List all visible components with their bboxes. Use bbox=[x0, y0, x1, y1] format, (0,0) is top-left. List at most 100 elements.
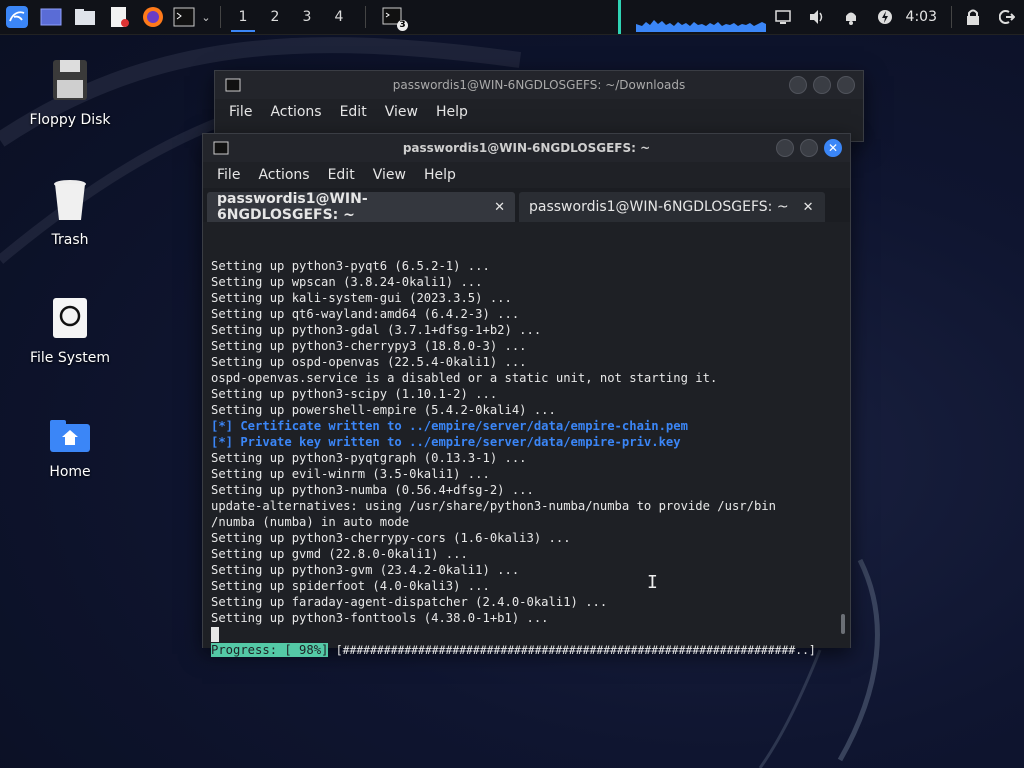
terminal-line: Setting up python3-pyqtgraph (0.13.3-1) … bbox=[211, 451, 527, 465]
screen-icon bbox=[774, 10, 791, 24]
desktop-icon-label: Home bbox=[49, 464, 91, 480]
lock-screen-button[interactable] bbox=[956, 0, 990, 34]
home-folder-icon bbox=[50, 420, 90, 452]
maximize-button[interactable] bbox=[813, 76, 831, 94]
display-settings-button[interactable] bbox=[766, 0, 800, 34]
panel-separator bbox=[951, 6, 952, 28]
terminal-line: Setting up kali-system-gui (2023.3.5) ..… bbox=[211, 291, 512, 305]
terminal-dropdown-chevron-down-icon[interactable]: ⌄ bbox=[198, 0, 214, 34]
menu-edit[interactable]: Edit bbox=[340, 104, 367, 120]
firefox-launcher[interactable] bbox=[136, 0, 170, 34]
bell-icon bbox=[845, 12, 856, 25]
desktop-icon-label: File System bbox=[29, 350, 111, 366]
menu-file[interactable]: File bbox=[217, 167, 240, 183]
close-button[interactable]: ✕ bbox=[824, 139, 842, 157]
tab-bar: passwordis1@WIN-6NGDLOSGEFS: ~ ✕ passwor… bbox=[203, 188, 850, 223]
terminal-window-home[interactable]: passwordis1@WIN-6NGDLOSGEFS: ~ ✕ File Ac… bbox=[202, 133, 851, 657]
terminal-line: Setting up gvmd (22.8.0-0kali1) ... bbox=[211, 547, 468, 561]
workspace-3[interactable]: 3 bbox=[291, 0, 323, 34]
panel-separator bbox=[365, 6, 366, 28]
window-titlebar[interactable]: passwordis1@WIN-6NGDLOSGEFS: ~/Downloads bbox=[215, 71, 863, 99]
desktop-icon-floppy-disk[interactable]: Floppy Disk bbox=[15, 58, 125, 128]
firefox-icon bbox=[143, 7, 163, 27]
terminal-line: [*] Private key written to ../empire/ser… bbox=[211, 435, 681, 449]
volume-button[interactable] bbox=[800, 0, 834, 34]
terminal-line: Setting up faraday-agent-dispatcher (2.4… bbox=[211, 595, 608, 609]
terminal-launcher[interactable] bbox=[170, 0, 198, 34]
terminal-line: Setting up python3-numba (0.56.4+dfsg-2)… bbox=[211, 483, 534, 497]
top-panel: ⌄ 1 2 3 4 3 4:03 bbox=[0, 0, 1024, 35]
panel-separator bbox=[220, 6, 221, 28]
window-titlebar[interactable]: passwordis1@WIN-6NGDLOSGEFS: ~ ✕ bbox=[203, 134, 850, 162]
lock-icon bbox=[967, 9, 979, 25]
terminal-line: Setting up python3-cherrypy-cors (1.6-0k… bbox=[211, 531, 571, 545]
menu-actions[interactable]: Actions bbox=[270, 104, 321, 120]
terminal-output[interactable]: Setting up python3-pyqt6 (6.5.2-1) ... Se… bbox=[203, 222, 850, 657]
tab-label: passwordis1@WIN-6NGDLOSGEFS: ~ bbox=[529, 199, 789, 215]
menu-actions[interactable]: Actions bbox=[258, 167, 309, 183]
terminal-line: /numba (numba) in auto mode bbox=[211, 515, 410, 529]
cpu-graph-marker bbox=[618, 0, 621, 34]
system-tray: 4:03 bbox=[766, 0, 1024, 34]
menu-edit[interactable]: Edit bbox=[328, 167, 355, 183]
logout-button[interactable] bbox=[990, 0, 1024, 34]
desktop-icon bbox=[40, 8, 62, 26]
mouse-i-beam-cursor: I bbox=[647, 572, 658, 593]
menu-view[interactable]: View bbox=[373, 167, 406, 183]
kali-dragon-icon bbox=[6, 6, 28, 28]
text-cursor bbox=[211, 627, 219, 642]
terminal-line: Setting up python3-gvm (23.4.2-0kali1) .… bbox=[211, 563, 520, 577]
terminal-icon bbox=[173, 7, 195, 27]
clock[interactable]: 4:03 bbox=[902, 9, 947, 25]
window-title: passwordis1@WIN-6NGDLOSGEFS: ~ bbox=[402, 141, 651, 155]
progress-bar-text: [#######################################… bbox=[335, 643, 816, 657]
minimize-button[interactable] bbox=[789, 76, 807, 94]
menu-help[interactable]: Help bbox=[424, 167, 456, 183]
terminal-line: [*] Certificate written to ../empire/ser… bbox=[211, 419, 688, 433]
menu-file[interactable]: File bbox=[229, 104, 252, 120]
desktop-icon-file-system[interactable]: File System bbox=[15, 296, 125, 366]
minimize-button[interactable] bbox=[776, 139, 794, 157]
terminal-line: Setting up spiderfoot (4.0-0kali3) ... bbox=[211, 579, 490, 593]
terminal-line: Setting up python3-fonttools (4.38.0-1+b… bbox=[211, 611, 549, 625]
prompt-line bbox=[211, 626, 842, 642]
terminal-line: Setting up python3-pyqt6 (6.5.2-1) ... bbox=[211, 259, 490, 273]
file-manager-launcher[interactable] bbox=[68, 0, 102, 34]
notifications-button[interactable] bbox=[834, 0, 868, 34]
text-editor-launcher[interactable] bbox=[102, 0, 136, 34]
desktop-icon-trash[interactable]: Trash bbox=[15, 178, 125, 248]
workspace-2[interactable]: 2 bbox=[259, 0, 291, 34]
workspace-1[interactable]: 1 bbox=[227, 0, 259, 34]
cpu-usage-graph bbox=[636, 20, 766, 32]
terminal-line: Setting up python3-gdal (3.7.1+dfsg-1+b2… bbox=[211, 323, 542, 337]
hard-drive-icon bbox=[53, 298, 87, 338]
desktop-icon-home[interactable]: Home bbox=[15, 418, 125, 480]
terminal-window-downloads[interactable]: passwordis1@WIN-6NGDLOSGEFS: ~/Downloads… bbox=[214, 70, 864, 142]
tab-close-icon[interactable]: ✕ bbox=[494, 200, 505, 215]
terminal-line: Setting up qt6-wayland:amd64 (6.4.2-3) .… bbox=[211, 307, 520, 321]
terminal-line: update-alternatives: using /usr/share/py… bbox=[211, 499, 776, 513]
logout-icon bbox=[999, 10, 1015, 24]
close-button[interactable] bbox=[837, 76, 855, 94]
window-count-badge: 3 bbox=[397, 20, 408, 31]
trash-icon bbox=[54, 180, 86, 220]
terminal-line: ospd-openvas.service is a disabled or a … bbox=[211, 371, 718, 385]
scrollbar-thumb[interactable] bbox=[841, 614, 845, 634]
taskbar-terminal-group[interactable]: 3 bbox=[376, 0, 410, 34]
tab-terminal-2[interactable]: passwordis1@WIN-6NGDLOSGEFS: ~ ✕ bbox=[519, 192, 825, 222]
terminal-line: Setting up python3-scipy (1.10.1-2) ... bbox=[211, 387, 498, 401]
tab-close-icon[interactable]: ✕ bbox=[803, 200, 814, 215]
kali-menu-button[interactable] bbox=[0, 0, 34, 34]
menu-help[interactable]: Help bbox=[436, 104, 468, 120]
tab-label: passwordis1@WIN-6NGDLOSGEFS: ~ bbox=[217, 191, 368, 223]
menu-view[interactable]: View bbox=[385, 104, 418, 120]
maximize-button[interactable] bbox=[800, 139, 818, 157]
terminal-line: Setting up ospd-openvas (22.5.4-0kali1) … bbox=[211, 355, 527, 369]
terminal-line: Setting up python3-cherrypy3 (18.8.0-3) … bbox=[211, 339, 527, 353]
speaker-icon bbox=[809, 10, 822, 24]
workspace-4[interactable]: 4 bbox=[323, 0, 355, 34]
show-desktop-button[interactable] bbox=[34, 0, 68, 34]
floppy-disk-icon bbox=[53, 60, 87, 100]
power-manager-button[interactable] bbox=[868, 0, 902, 34]
tab-terminal-1[interactable]: passwordis1@WIN-6NGDLOSGEFS: ~ ✕ bbox=[207, 191, 515, 223]
